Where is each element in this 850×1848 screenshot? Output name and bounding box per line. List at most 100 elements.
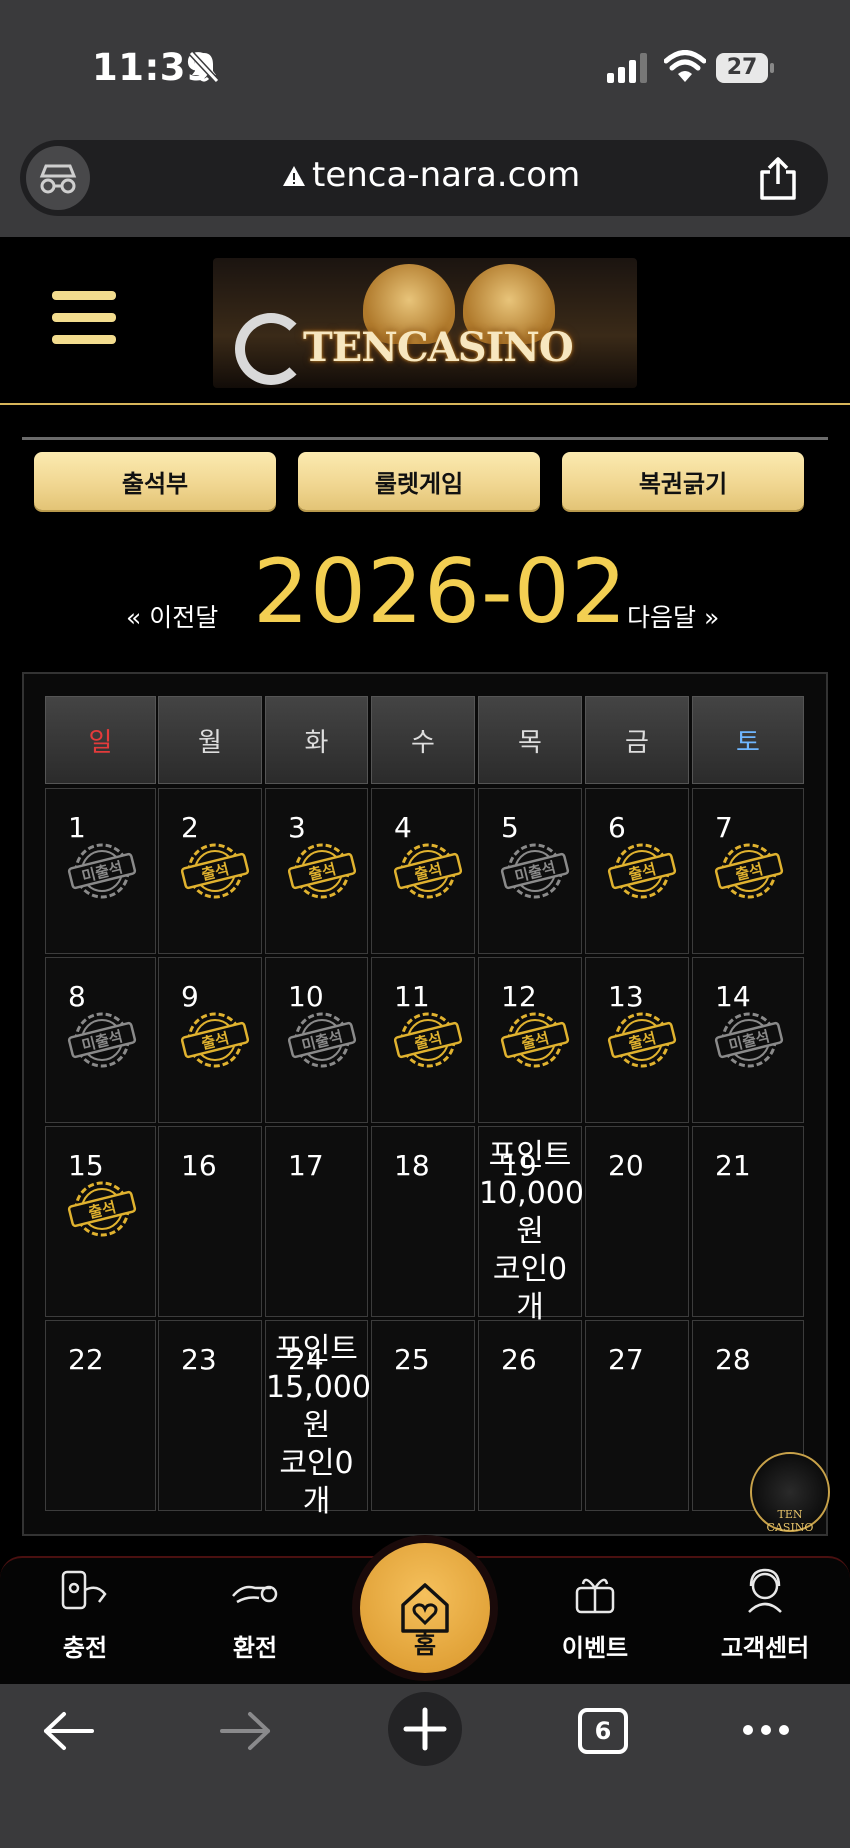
tabs-button[interactable]: 6 [578, 1708, 628, 1754]
calendar-day-cell[interactable]: 4 출석 [371, 788, 475, 954]
nav-deposit-label: 충전 [62, 1634, 108, 1662]
attendance-stamp: 출석 [497, 1010, 573, 1070]
calendar-day-cell[interactable]: 7 출석 [692, 788, 804, 954]
forward-icon[interactable] [220, 1710, 272, 1752]
day-number: 23 [181, 1343, 217, 1376]
divider [22, 437, 828, 440]
calendar-day-cell[interactable]: 12 출석 [478, 957, 582, 1123]
nav-event[interactable]: 이벤트 [525, 1566, 665, 1663]
calendar-day-cell[interactable]: 20 [585, 1126, 689, 1317]
private-mode-button[interactable] [26, 146, 90, 210]
reward-note-line: 코인0 [279, 1446, 354, 1481]
calendar-day-cell[interactable]: 18 [371, 1126, 475, 1317]
share-icon[interactable] [756, 156, 800, 202]
weekday-header: 월 [158, 696, 262, 784]
weekday-header: 금 [585, 696, 689, 784]
nav-withdraw[interactable]: 환전 [185, 1566, 325, 1663]
attendance-stamp: 출석 [64, 1179, 140, 1239]
calendar-day-cell[interactable]: 3 출석 [265, 788, 368, 954]
floating-casino-label: TEN CASINO [766, 1508, 814, 1534]
logo-emblem [235, 313, 307, 385]
day-number: 28 [715, 1343, 751, 1376]
support-agent-icon [748, 1568, 782, 1613]
nav-deposit[interactable]: 충전 [15, 1566, 155, 1663]
weekday-header: 일 [45, 696, 156, 784]
day-number: 26 [501, 1343, 537, 1376]
nav-support[interactable]: 고객센터 [695, 1566, 835, 1663]
calendar-day-cell[interactable]: 17 [265, 1126, 368, 1317]
day-number: 6 [608, 811, 626, 844]
day-number: 22 [68, 1343, 104, 1376]
reward-note-line: 15,000 [266, 1370, 371, 1405]
calendar-day-cell[interactable]: 1 미출석 [45, 788, 156, 954]
reward-note-line: 개 [302, 1484, 331, 1519]
reward-note-line: 포인트 [275, 1332, 358, 1367]
calendar-day-cell[interactable]: 26 [478, 1320, 582, 1511]
day-number: 14 [715, 980, 751, 1013]
day-number: 7 [715, 811, 733, 844]
incognito-icon [39, 164, 77, 194]
calendar-day-cell[interactable]: 21 [692, 1126, 804, 1317]
day-number: 13 [608, 980, 644, 1013]
roulette-button[interactable]: 룰렛게임 [298, 452, 540, 510]
day-number: 11 [394, 980, 430, 1013]
next-month-link[interactable]: 다음달 » [627, 598, 719, 634]
warning-icon [283, 166, 305, 186]
attendance-stamp: 출석 [390, 841, 466, 901]
absence-stamp: 미출석 [497, 841, 573, 901]
calendar-day-cell[interactable]: 19 포인트 10,000 원 코인0 개 [478, 1126, 584, 1325]
calendar-day-cell[interactable]: 6 출석 [585, 788, 689, 954]
calendar-day-cell[interactable]: 27 [585, 1320, 689, 1511]
reward-note-line: 코인0 [492, 1252, 568, 1287]
day-number: 5 [501, 811, 519, 844]
attendance-stamp: 출석 [177, 841, 253, 901]
day-number: 1 [68, 811, 86, 844]
site-logo[interactable]: TENCASINO [213, 258, 637, 388]
weekday-header: 토 [692, 696, 804, 784]
calendar-day-cell[interactable]: 23 [158, 1320, 262, 1511]
attendance-stamp: 출석 [604, 1010, 680, 1070]
deposit-icon [61, 1570, 107, 1610]
lottery-scratch-button[interactable]: 복권긁기 [562, 452, 804, 510]
reward-note-line: 포인트 [488, 1138, 572, 1173]
day-number: 3 [288, 811, 306, 844]
calendar-day-cell[interactable]: 15 출석 [45, 1126, 156, 1317]
month-title: 2026-02 [253, 540, 628, 643]
logo-text: TENCASINO [303, 324, 574, 371]
day-number: 2 [181, 811, 199, 844]
calendar-day-cell[interactable]: 11 출석 [371, 957, 475, 1123]
calendar-day-cell[interactable]: 16 [158, 1126, 262, 1317]
reward-note: 포인트 10,000 원 코인0 개 [479, 1137, 584, 1327]
url-text[interactable]: tenca-nara.com [312, 155, 580, 195]
nav-support-label: 고객센터 [720, 1634, 810, 1662]
prev-month-link[interactable]: « 이전달 [126, 598, 218, 634]
attendance-stamp: 출석 [390, 1010, 466, 1070]
calendar-day-cell[interactable]: 5 미출석 [478, 788, 582, 954]
absence-stamp: 미출석 [284, 1010, 360, 1070]
calendar-day-cell[interactable]: 8 미출석 [45, 957, 156, 1123]
back-icon[interactable] [42, 1710, 94, 1752]
attendance-button[interactable]: 출석부 [34, 452, 276, 510]
attendance-stamp: 출석 [604, 841, 680, 901]
calendar-day-cell[interactable]: 25 [371, 1320, 475, 1511]
reward-note-line: 원 [516, 1214, 544, 1249]
calendar-day-cell[interactable]: 2 출석 [158, 788, 262, 954]
absence-stamp: 미출석 [64, 841, 140, 901]
more-icon[interactable] [740, 1720, 792, 1740]
calendar-day-cell[interactable]: 9 출석 [158, 957, 262, 1123]
new-tab-button[interactable] [388, 1692, 462, 1766]
menu-icon[interactable] [52, 291, 116, 351]
reward-note-line: 10,000 [479, 1176, 584, 1211]
calendar-day-cell[interactable]: 13 출석 [585, 957, 689, 1123]
calendar-day-cell[interactable]: 22 [45, 1320, 156, 1511]
calendar-day-cell[interactable]: 14 미출석 [692, 957, 804, 1123]
calendar-day-cell[interactable]: 10 미출석 [265, 957, 368, 1123]
cellular-signal-icon [607, 53, 647, 83]
absence-stamp: 미출석 [711, 1010, 787, 1070]
nav-withdraw-label: 환전 [232, 1634, 278, 1662]
gift-icon [575, 1578, 615, 1614]
nav-home-label: 홈 [413, 1631, 437, 1659]
calendar-day-cell[interactable]: 24 포인트 15,000 원 코인0 개 [265, 1320, 371, 1519]
wifi-icon [664, 50, 706, 82]
nav-event-label: 이벤트 [561, 1634, 629, 1662]
